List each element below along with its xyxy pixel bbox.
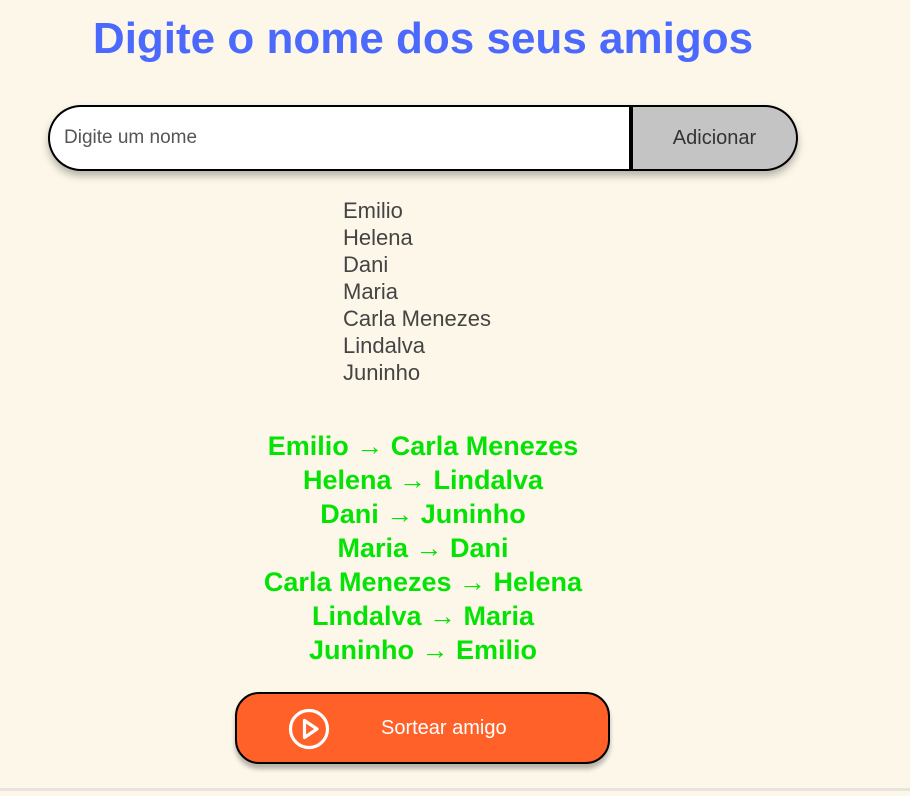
- draw-button-label: Sortear amigo: [381, 717, 507, 739]
- page: Digite o nome dos seus amigos Adicionar …: [0, 0, 910, 796]
- add-friend-form: Adicionar: [48, 105, 798, 171]
- result-item: Dani → Juninho: [320, 499, 526, 529]
- friend-item: Carla Menezes: [343, 306, 491, 331]
- friend-item: Maria: [343, 279, 399, 304]
- friend-item: Dani: [343, 252, 389, 277]
- page-bottom-edge: [0, 788, 910, 791]
- friend-item: Lindalva: [343, 333, 425, 358]
- draw-friend-button[interactable]: Sortear amigo: [235, 692, 610, 764]
- result-item: Maria → Dani: [337, 533, 509, 563]
- result-item: Lindalva → Maria: [311, 601, 535, 631]
- friends-list: Emilio Helena Dani Maria Carla Menezes L…: [343, 197, 491, 386]
- friend-item: Helena: [343, 225, 413, 250]
- result-item: Emilio → Carla Menezes: [267, 431, 579, 461]
- result-item: Helena → Lindalva: [302, 465, 544, 495]
- result-item: Juninho → Emilio: [309, 635, 537, 665]
- add-button[interactable]: Adicionar: [629, 105, 798, 171]
- friend-item: Emilio: [343, 198, 403, 223]
- play-circle-icon: [288, 708, 330, 750]
- draw-result-list: Emilio → Carla Menezes Helena → Lindalva…: [0, 429, 846, 667]
- name-input[interactable]: [48, 105, 629, 171]
- page-title: Digite o nome dos seus amigos: [92, 14, 754, 63]
- result-item: Carla Menezes → Helena: [263, 567, 583, 597]
- friend-item: Juninho: [343, 360, 421, 385]
